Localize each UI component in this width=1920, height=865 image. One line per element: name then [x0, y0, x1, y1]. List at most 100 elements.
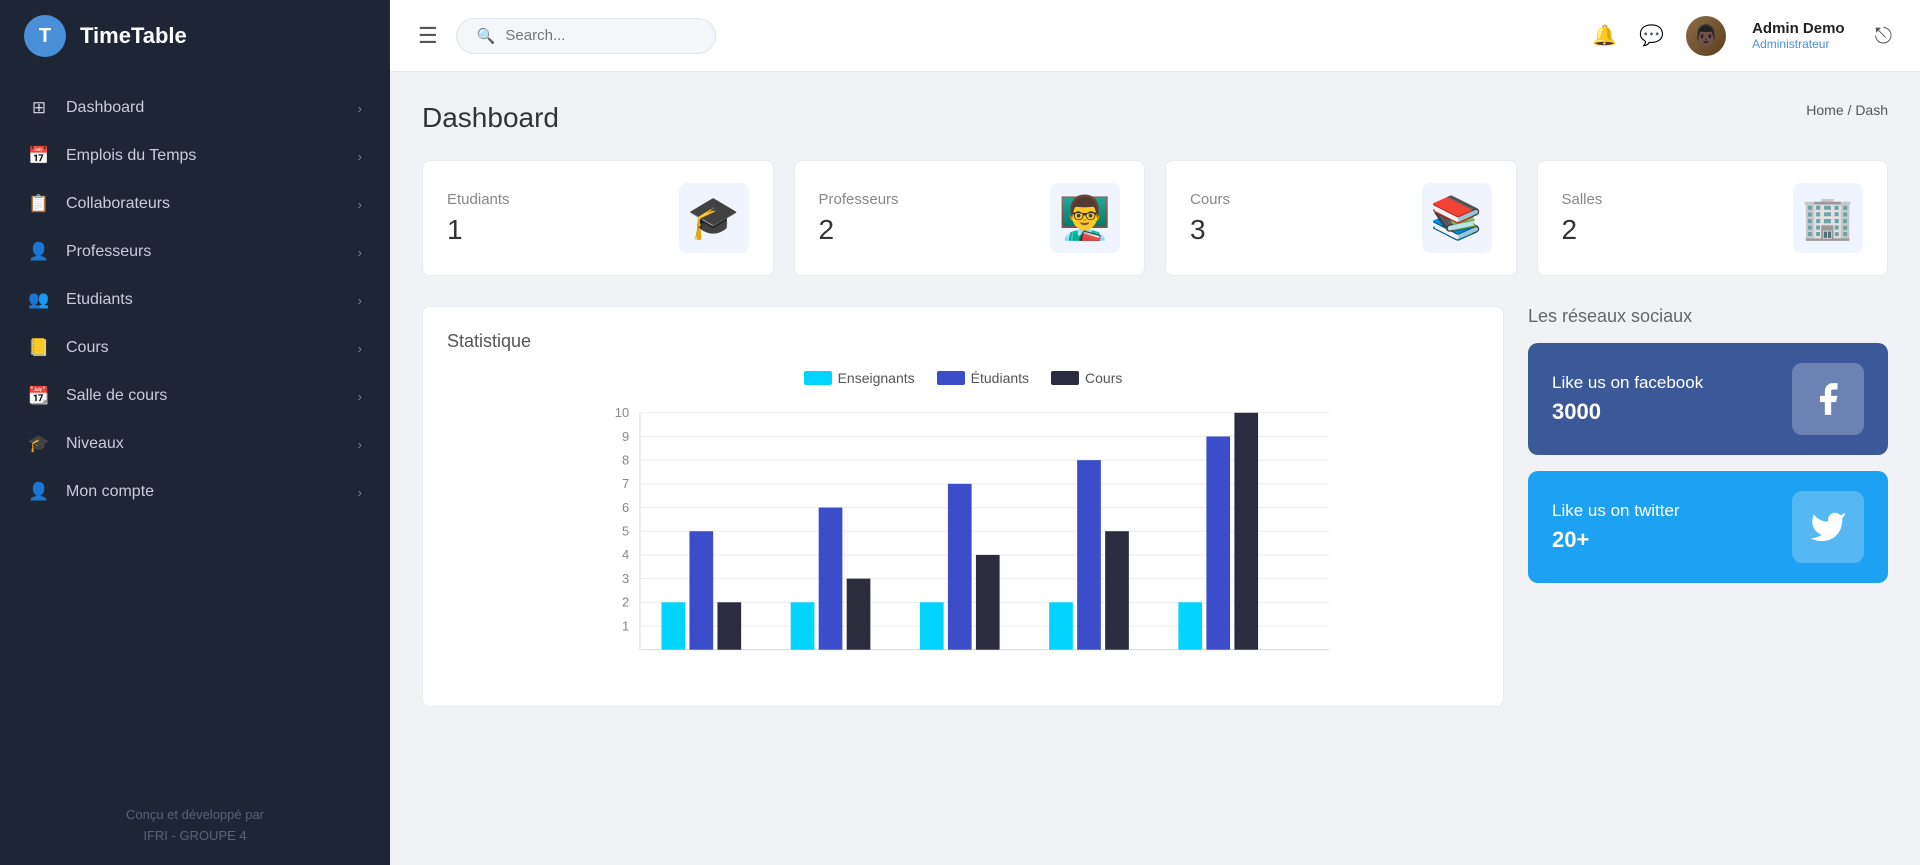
- app-title: TimeTable: [80, 23, 187, 49]
- chart-section: Statistique Enseignants Étudiants Cours: [422, 306, 1504, 707]
- twitter-label: Like us on twitter: [1552, 501, 1680, 521]
- stat-label-cours: Cours: [1190, 191, 1230, 208]
- search-input[interactable]: [505, 27, 685, 44]
- page-title: Dashboard: [422, 102, 559, 134]
- social-section: Les réseaux sociaux Like us on facebook …: [1528, 306, 1888, 707]
- facebook-icon-box: [1792, 363, 1864, 435]
- hamburger-button[interactable]: ☰: [418, 23, 438, 49]
- chevron-icon-2: ›: [358, 149, 362, 164]
- bottom-row: Statistique Enseignants Étudiants Cours: [422, 306, 1888, 707]
- sidebar-label-compte: Mon compte: [66, 483, 154, 501]
- stats-row: Etudiants 1 🎓 Professeurs 2 👨‍🏫 Cours 3 …: [422, 160, 1888, 276]
- sidebar-item-niveaux[interactable]: 🎓 Niveaux ›: [0, 420, 390, 468]
- facebook-label: Like us on facebook: [1552, 373, 1703, 393]
- stat-icon-professeurs: 👨‍🏫: [1050, 183, 1120, 253]
- facebook-card[interactable]: Like us on facebook 3000: [1528, 343, 1888, 455]
- twitter-card[interactable]: Like us on twitter 20+: [1528, 471, 1888, 583]
- page-header: Dashboard Home / Dash: [422, 102, 1888, 134]
- salle-icon: 📆: [28, 386, 50, 406]
- facebook-count: 3000: [1552, 399, 1703, 425]
- sidebar: T TimeTable ⊞ Dashboard › 📅 Emplois du T…: [0, 0, 390, 865]
- facebook-info: Like us on facebook 3000: [1552, 373, 1703, 425]
- legend-dot-cours: [1051, 371, 1079, 385]
- svg-text:2: 2: [622, 595, 629, 610]
- sidebar-nav: ⊞ Dashboard › 📅 Emplois du Temps › 📋 Col…: [0, 72, 390, 787]
- user-name: Admin Demo: [1752, 20, 1845, 37]
- facebook-icon: [1809, 380, 1847, 418]
- main-panel: ☰ 🔍 🔔 💬 👨🏿 Admin Demo Administrateur ⎋ D…: [390, 0, 1920, 865]
- dashboard-icon: ⊞: [28, 98, 50, 118]
- sidebar-label-collaborateurs: Collaborateurs: [66, 195, 170, 213]
- topbar-icons: 🔔 💬 👨🏿 Admin Demo Administrateur ⎋: [1592, 16, 1892, 56]
- svg-text:7: 7: [622, 476, 629, 491]
- sidebar-item-professeurs[interactable]: 👤 Professeurs ›: [0, 228, 390, 276]
- legend-cours: Cours: [1051, 370, 1122, 386]
- twitter-icon: [1809, 508, 1847, 546]
- sidebar-footer: Conçu et développé par IFRI - GROUPE 4: [0, 787, 390, 865]
- svg-text:10: 10: [615, 405, 629, 420]
- chevron-icon-4: ›: [358, 245, 362, 260]
- sidebar-label-niveaux: Niveaux: [66, 435, 124, 453]
- app-logo: T: [24, 15, 66, 57]
- chevron-icon-7: ›: [358, 389, 362, 404]
- sidebar-label-emplois: Emplois du Temps: [66, 147, 196, 165]
- chart-title: Statistique: [447, 331, 1479, 352]
- chevron-icon-5: ›: [358, 293, 362, 308]
- notification-icon[interactable]: 🔔: [1592, 23, 1617, 48]
- sidebar-item-emplois[interactable]: 📅 Emplois du Temps ›: [0, 132, 390, 180]
- sidebar-item-salle[interactable]: 📆 Salle de cours ›: [0, 372, 390, 420]
- stat-value-professeurs: 2: [819, 214, 899, 246]
- chart-legend: Enseignants Étudiants Cours: [447, 370, 1479, 386]
- search-icon: 🔍: [477, 27, 496, 45]
- user-role: Administrateur: [1752, 37, 1845, 51]
- stat-card-salles: Salles 2 🏢: [1537, 160, 1889, 276]
- svg-text:4: 4: [622, 547, 629, 562]
- user-info: Admin Demo Administrateur: [1752, 20, 1845, 51]
- bar-chart: 10 9 8 7 6 5 4 3 2 1: [447, 402, 1479, 682]
- search-bar: 🔍: [456, 18, 716, 54]
- svg-text:3: 3: [622, 571, 629, 586]
- stat-value-cours: 3: [1190, 214, 1230, 246]
- sidebar-label-etudiants: Etudiants: [66, 291, 133, 309]
- etudiants-icon: 👥: [28, 290, 50, 310]
- sidebar-item-compte[interactable]: 👤 Mon compte ›: [0, 468, 390, 516]
- sidebar-label-dashboard: Dashboard: [66, 99, 144, 117]
- svg-text:1: 1: [622, 618, 629, 633]
- stat-icon-etudiants: 🎓: [679, 183, 749, 253]
- emplois-icon: 📅: [28, 146, 50, 166]
- stat-card-professeurs: Professeurs 2 👨‍🏫: [794, 160, 1146, 276]
- professeurs-icon: 👤: [28, 242, 50, 262]
- legend-dot-enseignants: [804, 371, 832, 385]
- stat-value-etudiants: 1: [447, 214, 510, 246]
- twitter-icon-box: [1792, 491, 1864, 563]
- stat-label-salles: Salles: [1562, 191, 1603, 208]
- message-icon[interactable]: 💬: [1639, 23, 1664, 48]
- svg-text:6: 6: [622, 500, 629, 515]
- chevron-icon-8: ›: [358, 437, 362, 452]
- topbar: ☰ 🔍 🔔 💬 👨🏿 Admin Demo Administrateur ⎋: [390, 0, 1920, 72]
- sidebar-item-collaborateurs[interactable]: 📋 Collaborateurs ›: [0, 180, 390, 228]
- logout-icon[interactable]: ⎋: [1875, 23, 1892, 49]
- sidebar-label-salle: Salle de cours: [66, 387, 167, 405]
- legend-etudiants: Étudiants: [937, 370, 1029, 386]
- collaborateurs-icon: 📋: [28, 194, 50, 214]
- chevron-icon-9: ›: [358, 485, 362, 500]
- stat-card-cours: Cours 3 📚: [1165, 160, 1517, 276]
- sidebar-item-dashboard[interactable]: ⊞ Dashboard ›: [0, 84, 390, 132]
- svg-text:5: 5: [622, 524, 629, 539]
- svg-text:8: 8: [622, 452, 629, 467]
- legend-dot-etudiants: [937, 371, 965, 385]
- content-area: Dashboard Home / Dash Etudiants 1 🎓 Prof…: [390, 72, 1920, 865]
- sidebar-item-cours[interactable]: 📒 Cours ›: [0, 324, 390, 372]
- breadcrumb: Home / Dash: [1806, 102, 1888, 118]
- sidebar-item-etudiants[interactable]: 👥 Etudiants ›: [0, 276, 390, 324]
- chevron-icon: ›: [358, 101, 362, 116]
- svg-text:9: 9: [622, 429, 629, 444]
- sidebar-header: T TimeTable: [0, 0, 390, 72]
- sidebar-label-cours: Cours: [66, 339, 109, 357]
- chevron-icon-6: ›: [358, 341, 362, 356]
- stat-label-etudiants: Etudiants: [447, 191, 510, 208]
- sidebar-label-professeurs: Professeurs: [66, 243, 151, 261]
- stat-value-salles: 2: [1562, 214, 1603, 246]
- twitter-count: 20+: [1552, 527, 1680, 553]
